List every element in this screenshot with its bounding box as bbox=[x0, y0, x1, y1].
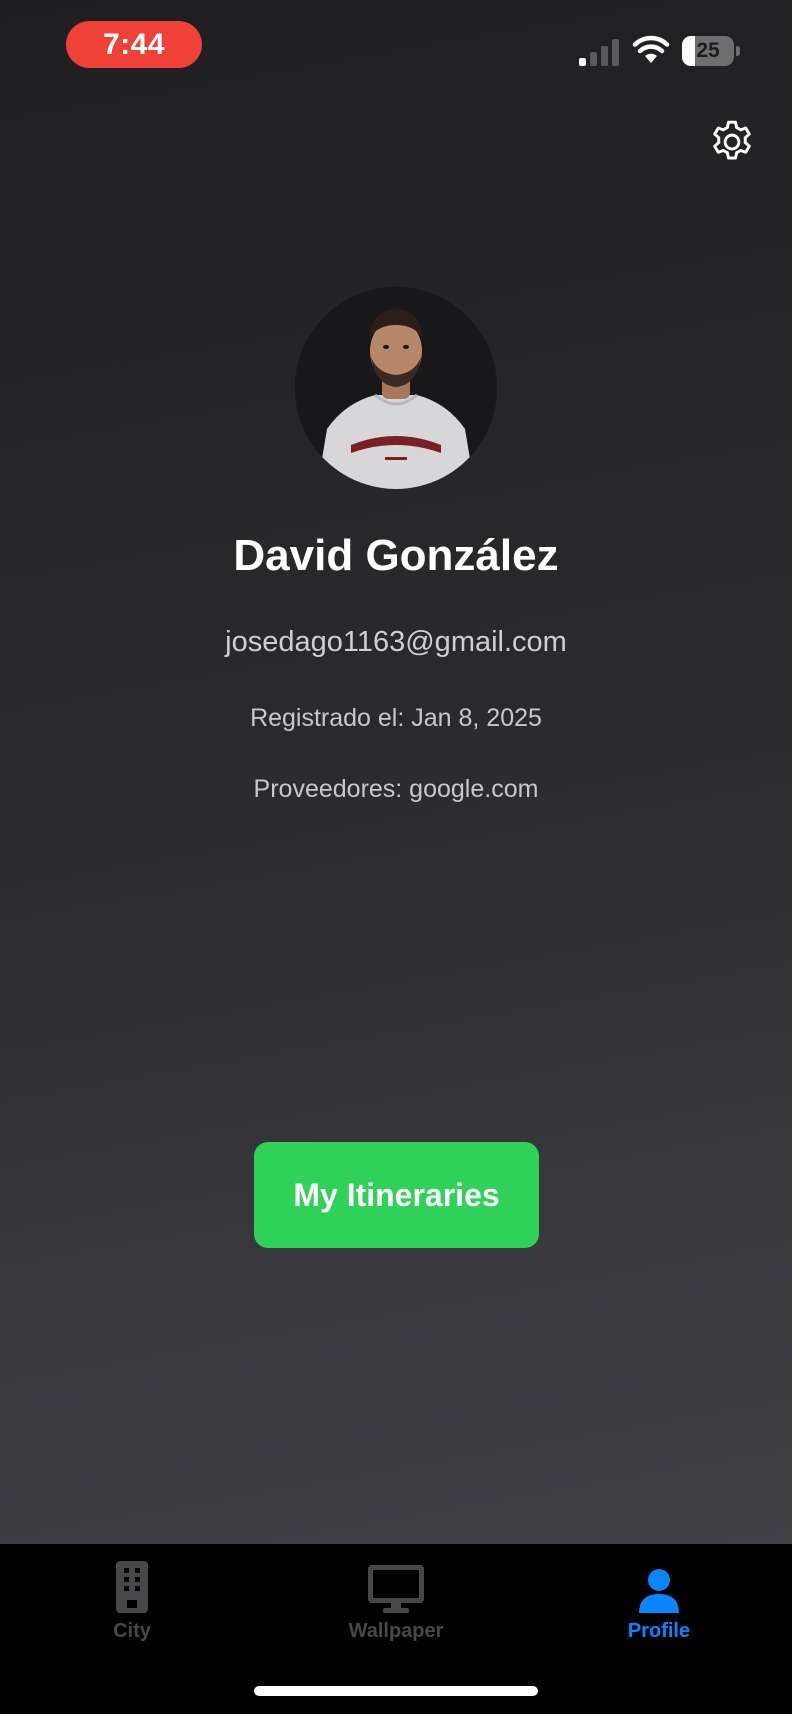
registration-date: Registrado el: Jan 8, 2025 bbox=[250, 704, 542, 732]
auth-providers: Proveedores: google.com bbox=[253, 775, 539, 803]
tab-label-profile: Profile bbox=[627, 1620, 691, 1642]
gear-icon bbox=[713, 120, 751, 160]
settings-button[interactable] bbox=[706, 116, 758, 168]
tab-city[interactable]: City bbox=[52, 1554, 212, 1654]
building-icon bbox=[116, 1561, 148, 1613]
monitor-icon bbox=[368, 1565, 424, 1613]
profile-email: josedago1163@gmail.com bbox=[225, 626, 567, 658]
wifi-icon bbox=[632, 35, 670, 63]
battery-icon: 25 bbox=[682, 36, 740, 66]
tab-label-city: City bbox=[113, 1620, 151, 1642]
home-indicator[interactable] bbox=[254, 1686, 538, 1696]
avatar[interactable] bbox=[295, 287, 497, 489]
person-icon bbox=[639, 1569, 679, 1613]
tab-profile[interactable]: Profile bbox=[579, 1554, 739, 1654]
status-bar: 7:44 25 bbox=[0, 0, 792, 96]
signal-icon bbox=[579, 39, 619, 66]
my-itineraries-button[interactable]: My Itineraries bbox=[254, 1142, 539, 1248]
profile-name: David González bbox=[233, 531, 559, 580]
battery-level: 25 bbox=[696, 39, 720, 62]
tab-wallpaper[interactable]: Wallpaper bbox=[316, 1554, 476, 1654]
user-photo bbox=[295, 287, 497, 489]
status-time[interactable]: 7:44 bbox=[66, 21, 202, 68]
tab-label-wallpaper: Wallpaper bbox=[348, 1620, 444, 1642]
